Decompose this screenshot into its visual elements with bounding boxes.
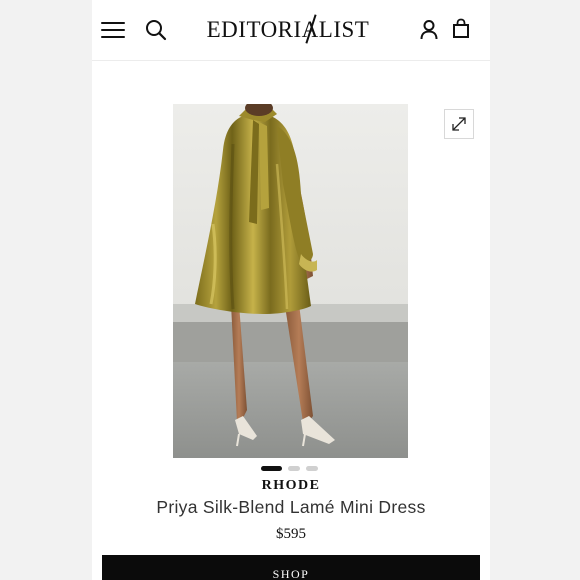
product-brand[interactable]: RHODE: [92, 478, 490, 494]
logo-text: EDITORIALIST: [206, 17, 370, 42]
carousel-dot-2[interactable]: [288, 466, 300, 471]
right-backdrop: [490, 0, 580, 580]
image-carousel-dots: [261, 466, 321, 472]
shopping-bag-icon[interactable]: [452, 18, 470, 40]
mobile-page: EDITORIALIST RHODE Priya Silk-Blend Lamé…: [92, 0, 490, 580]
product-price: $595: [276, 526, 306, 542]
carousel-dot-1[interactable]: [261, 466, 282, 471]
site-header: EDITORIALIST: [92, 0, 490, 61]
search-icon[interactable]: [145, 19, 167, 41]
product-name[interactable]: Priya Silk-Blend Lamé Mini Dress: [92, 497, 490, 518]
product-image[interactable]: [173, 104, 408, 458]
user-icon[interactable]: [419, 19, 439, 41]
shop-button[interactable]: SHOP: [102, 555, 480, 580]
expand-icon[interactable]: [444, 109, 474, 139]
dress-photo: [173, 104, 408, 458]
carousel-dot-3[interactable]: [306, 466, 318, 471]
editorialist-logo[interactable]: EDITORIALIST: [198, 14, 378, 46]
left-backdrop: [0, 0, 92, 580]
hamburger-menu-icon[interactable]: [101, 20, 125, 40]
